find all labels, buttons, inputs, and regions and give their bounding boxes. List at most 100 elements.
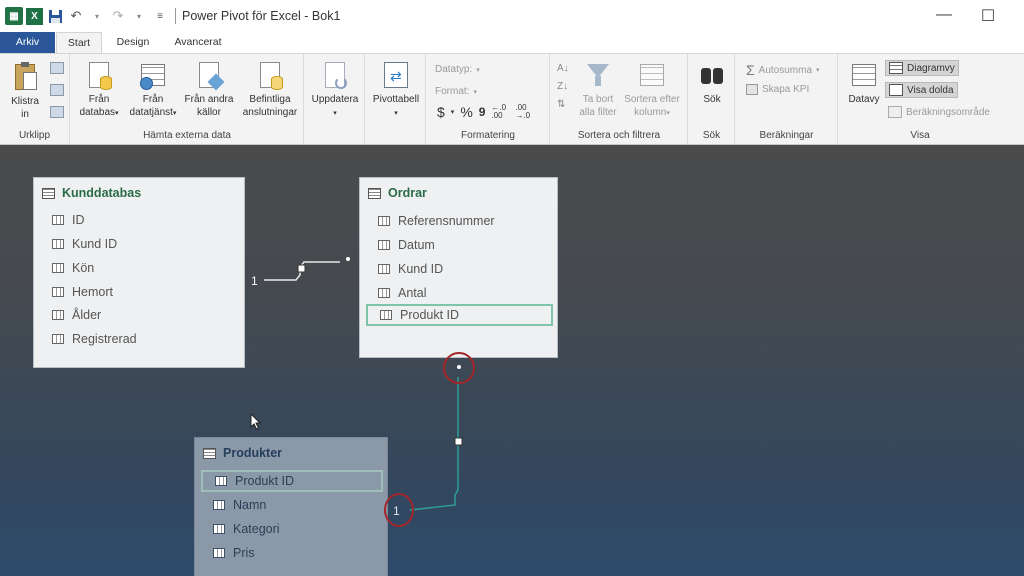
pivot-table-button[interactable]: ⇄ Pivottabell ▾	[368, 60, 424, 120]
column-icon	[52, 263, 64, 273]
update-button[interactable]: Uppdatera ▾	[307, 60, 363, 120]
find-button[interactable]: Sök	[691, 60, 733, 106]
create-kpi-button[interactable]: Skapa KPI	[746, 84, 809, 95]
field-row[interactable]: Kön	[40, 257, 94, 279]
group-label-calculations: Beräkningar	[759, 130, 814, 141]
save-icon[interactable]	[46, 7, 64, 25]
currency-button[interactable]: $	[437, 104, 445, 120]
show-hidden-icon	[889, 84, 903, 96]
field-row[interactable]: Pris	[201, 542, 255, 564]
tab-avancerat[interactable]: Avancerat	[164, 32, 232, 53]
show-hidden-label: Visa dolda	[907, 84, 954, 96]
table-ordrar[interactable]: Ordrar Referensnummer Datum Kund ID Anta…	[359, 177, 558, 358]
maximize-icon[interactable]: ☐	[978, 6, 998, 26]
diagram-view-label: Diagramvy	[907, 62, 955, 74]
column-icon	[52, 239, 64, 249]
table-title-produkter: Produkter	[203, 446, 282, 460]
from-database-button[interactable]: Från databas▾	[75, 60, 123, 120]
sort-by-column-button[interactable]: Sortera efter kolumn▾	[621, 60, 683, 120]
field-label: Kund ID	[398, 262, 444, 276]
cut-icon[interactable]	[50, 62, 64, 74]
format-dropdown[interactable]: Format: ▾	[435, 86, 477, 97]
redo-dropdown-icon[interactable]: ▾	[130, 7, 148, 25]
field-label: Registrerad	[72, 332, 137, 346]
field-row[interactable]: ID	[40, 209, 85, 231]
group-label-formatting: Formatering	[461, 130, 515, 141]
powerpivot-app-icon[interactable]: ▦	[5, 7, 23, 25]
tab-design[interactable]: Design	[108, 32, 158, 53]
field-label: Namn	[233, 498, 267, 512]
table-icon	[368, 187, 381, 199]
annotation-circle-one	[384, 493, 414, 527]
field-row-selected[interactable]: Produkt ID	[366, 304, 553, 326]
table-icon	[203, 447, 216, 459]
column-icon	[52, 334, 64, 344]
remove-all-filters-button[interactable]: Ta bort alla filter	[575, 60, 621, 119]
from-other-sources-button[interactable]: Från andra källor	[181, 60, 237, 119]
minimize-icon[interactable]: —	[934, 6, 954, 24]
from-data-service-label: Från datatjänst	[129, 94, 173, 118]
sort-icons[interactable]: A↓ Z↓ ⇅	[557, 60, 571, 116]
group-label-find: Sök	[702, 130, 721, 141]
create-kpi-label: Skapa KPI	[762, 84, 810, 95]
autosum-button[interactable]: Σ Autosumma ▾	[746, 62, 820, 78]
column-icon	[52, 215, 64, 225]
field-row[interactable]: Kund ID	[366, 258, 443, 280]
field-row[interactable]: Namn	[201, 494, 266, 516]
tab-arkiv[interactable]: Arkiv	[0, 32, 55, 53]
redo-icon[interactable]: ↷	[109, 7, 127, 25]
customize-qat-icon[interactable]: ≡	[151, 7, 169, 25]
relationship-one-label: 1	[251, 274, 258, 288]
relationship-line-produkt[interactable]	[409, 377, 459, 511]
undo-icon[interactable]: ↶	[67, 7, 85, 25]
calculation-area-button[interactable]: Beräkningsområde	[888, 106, 990, 118]
table-produkter[interactable]: Produkter Produkt ID Namn Kategori Pris	[194, 437, 388, 576]
relationship-marker-2[interactable]	[454, 437, 463, 446]
diagram-view-button[interactable]: Diagramvy	[885, 60, 959, 76]
tab-start[interactable]: Start	[56, 32, 102, 53]
relationship-marker[interactable]	[297, 264, 306, 273]
copy-icon[interactable]	[50, 84, 64, 96]
existing-connections-button[interactable]: Befintliga anslutningar	[239, 60, 301, 119]
field-row[interactable]: Referensnummer	[366, 210, 495, 232]
column-icon	[378, 264, 390, 274]
column-icon	[213, 524, 225, 534]
field-row[interactable]: Hemort	[40, 281, 113, 303]
window-title: Power Pivot för Excel - Bok1	[182, 9, 341, 23]
increase-decimals-button[interactable]: ←.0 .00	[491, 104, 509, 120]
paste-button[interactable]: Klistra in	[6, 62, 44, 121]
from-database-label: Från databas	[79, 94, 116, 118]
field-row[interactable]: Kund ID	[40, 233, 117, 255]
table-title-ordrar: Ordrar	[368, 186, 427, 200]
table-name: Produkter	[223, 446, 283, 460]
field-row[interactable]: Antal	[366, 282, 427, 304]
excel-icon[interactable]: X	[26, 7, 43, 25]
format-painter-icon[interactable]	[50, 106, 64, 118]
field-label: Kategori	[233, 522, 280, 536]
title-separator	[175, 8, 176, 24]
diagram-canvas[interactable]: Kunddatabas ID Kund ID Kön Hemort Ålder …	[0, 145, 1024, 576]
show-hidden-button[interactable]: Visa dolda	[885, 82, 958, 98]
data-service-icon	[140, 60, 166, 90]
field-row[interactable]: Ålder	[40, 304, 101, 326]
thousands-button[interactable]: 9	[479, 105, 486, 119]
field-row-selected[interactable]: Produkt ID	[201, 470, 383, 492]
field-label: Pris	[233, 546, 255, 560]
column-icon	[378, 288, 390, 298]
percent-button[interactable]: %	[460, 104, 472, 120]
data-view-button[interactable]: Datavy	[843, 60, 885, 106]
table-kunddatabas[interactable]: Kunddatabas ID Kund ID Kön Hemort Ålder …	[33, 177, 245, 368]
from-data-service-button[interactable]: Från datatjänst▾	[125, 60, 181, 120]
field-row[interactable]: Kategori	[201, 518, 280, 540]
field-row[interactable]: Registrerad	[40, 328, 137, 350]
column-icon	[52, 310, 64, 320]
group-label-external-data: Hämta externa data	[143, 130, 231, 141]
quick-access-toolbar: ▦ X ↶ ▾ ↷ ▾ ≡	[0, 7, 169, 25]
paste-label: Klistra in	[11, 96, 39, 120]
datatype-dropdown[interactable]: Datatyp: ▾	[435, 64, 480, 75]
field-row[interactable]: Datum	[366, 234, 435, 256]
undo-dropdown-icon[interactable]: ▾	[88, 7, 106, 25]
column-icon	[52, 287, 64, 297]
decrease-decimals-button[interactable]: .00 →.0	[515, 104, 533, 120]
field-label: Antal	[398, 286, 427, 300]
